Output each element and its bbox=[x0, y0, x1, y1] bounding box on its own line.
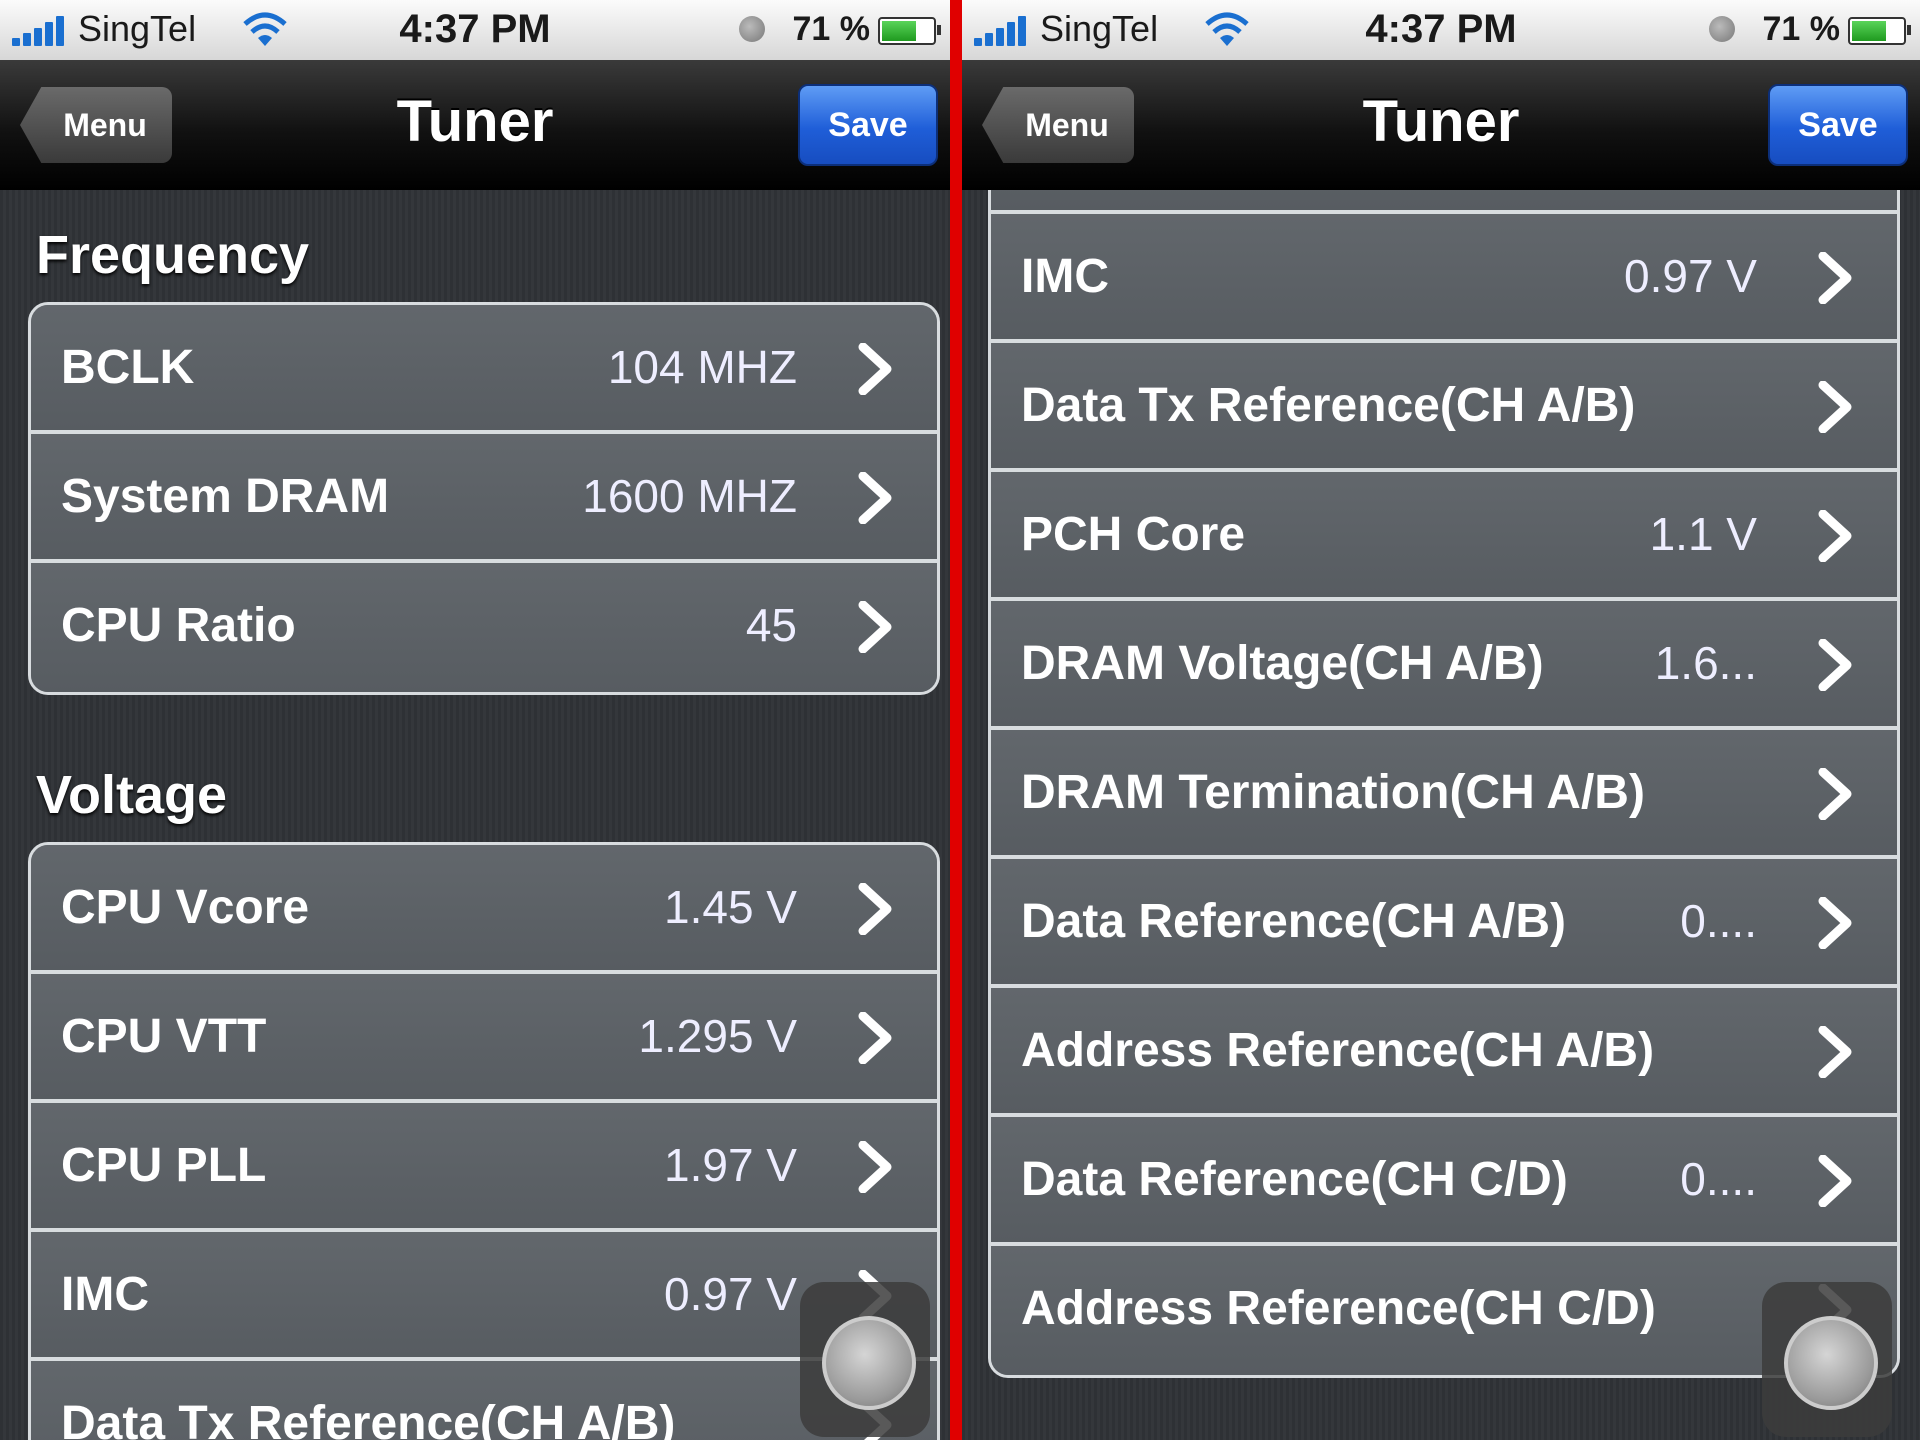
row-cpu-vcore[interactable]: CPU Vcore 1.45 V bbox=[31, 845, 937, 974]
navigation-bar: Menu Tuner Save bbox=[962, 60, 1920, 190]
row-label: IMC bbox=[61, 1268, 149, 1321]
chevron-right-icon bbox=[858, 343, 892, 395]
row-cpu-ratio[interactable]: CPU Ratio 45 bbox=[31, 563, 937, 692]
row-partial[interactable] bbox=[991, 190, 1897, 214]
chevron-right-icon bbox=[858, 883, 892, 935]
chevron-right-icon bbox=[1818, 639, 1852, 691]
save-button[interactable]: Save bbox=[1768, 84, 1908, 166]
row-data-tx-reference-ch-ab[interactable]: Data Tx Reference(CH A/B) bbox=[991, 343, 1897, 472]
assistive-touch-button[interactable] bbox=[800, 1282, 930, 1437]
save-button[interactable]: Save bbox=[798, 84, 938, 166]
battery-percent: 71 % bbox=[1762, 10, 1841, 48]
row-label: CPU VTT bbox=[61, 1010, 267, 1063]
row-value: 0.97 V bbox=[664, 1268, 797, 1320]
row-value: 0.... bbox=[1680, 1153, 1757, 1205]
row-label: Data Tx Reference(CH A/B) bbox=[61, 1397, 676, 1440]
row-label: PCH Core bbox=[1021, 508, 1246, 561]
status-bar: SingTel 4:37 PM 71 % bbox=[962, 0, 1920, 60]
row-label: BCLK bbox=[61, 341, 195, 394]
assistive-touch-icon bbox=[822, 1316, 916, 1410]
row-data-reference-ch-ab[interactable]: Data Reference(CH A/B) 0.... bbox=[991, 859, 1897, 988]
row-value: 104 MHZ bbox=[607, 341, 797, 393]
row-bclk[interactable]: BCLK 104 MHZ bbox=[31, 305, 937, 434]
settings-list[interactable]: Frequency BCLK 104 MHZ System DRAM 1600 … bbox=[0, 190, 950, 1440]
row-value: 1.295 V bbox=[638, 1010, 797, 1062]
chevron-right-icon bbox=[858, 601, 892, 653]
row-label: System DRAM bbox=[61, 470, 390, 523]
chevron-right-icon bbox=[1818, 1155, 1852, 1207]
battery-percent: 71 % bbox=[792, 10, 871, 48]
row-system-dram[interactable]: System DRAM 1600 MHZ bbox=[31, 434, 937, 563]
row-label: DRAM Voltage(CH A/B) bbox=[1021, 637, 1544, 690]
row-label: Data Tx Reference(CH A/B) bbox=[1021, 379, 1636, 432]
row-label: DRAM Termination(CH A/B) bbox=[1021, 766, 1645, 819]
clock-icon bbox=[1709, 16, 1735, 42]
row-label: CPU PLL bbox=[61, 1139, 267, 1192]
settings-list[interactable]: IMC 0.97 V Data Tx Reference(CH A/B) PCH… bbox=[962, 190, 1920, 1440]
row-label: CPU Ratio bbox=[61, 599, 296, 652]
row-value: 1.6... bbox=[1654, 637, 1757, 689]
row-pch-core[interactable]: PCH Core 1.1 V bbox=[991, 472, 1897, 601]
clock-icon bbox=[739, 16, 765, 42]
chevron-right-icon bbox=[858, 1012, 892, 1064]
section-header-voltage: Voltage bbox=[36, 765, 228, 825]
row-label: IMC bbox=[1021, 250, 1109, 303]
row-value: 0.... bbox=[1680, 895, 1757, 947]
row-value: 1.97 V bbox=[664, 1139, 797, 1191]
battery-icon bbox=[878, 17, 941, 45]
left-screenshot: SingTel 4:37 PM 71 % Menu Tuner Save Fre… bbox=[0, 0, 950, 1440]
chevron-right-icon bbox=[858, 472, 892, 524]
row-cpu-vtt[interactable]: CPU VTT 1.295 V bbox=[31, 974, 937, 1103]
assistive-touch-icon bbox=[1784, 1316, 1878, 1410]
status-bar: SingTel 4:37 PM 71 % bbox=[0, 0, 950, 60]
chevron-right-icon bbox=[1818, 252, 1852, 304]
row-data-reference-ch-cd[interactable]: Data Reference(CH C/D) 0.... bbox=[991, 1117, 1897, 1246]
battery-icon bbox=[1848, 17, 1911, 45]
row-label: CPU Vcore bbox=[61, 881, 310, 934]
row-cpu-pll[interactable]: CPU PLL 1.97 V bbox=[31, 1103, 937, 1232]
chevron-right-icon bbox=[1818, 1026, 1852, 1078]
row-value: 1.1 V bbox=[1649, 508, 1757, 560]
voltage-group: IMC 0.97 V Data Tx Reference(CH A/B) PCH… bbox=[988, 190, 1900, 1378]
row-value: 45 bbox=[745, 599, 797, 651]
section-header-frequency: Frequency bbox=[36, 225, 310, 285]
row-label: Address Reference(CH C/D) bbox=[1021, 1282, 1656, 1335]
frequency-group: BCLK 104 MHZ System DRAM 1600 MHZ CPU Ra… bbox=[28, 302, 940, 695]
row-value: 1600 MHZ bbox=[582, 470, 797, 522]
chevron-right-icon bbox=[858, 1141, 892, 1193]
row-label: Data Reference(CH A/B) bbox=[1021, 895, 1567, 948]
row-label: Address Reference(CH A/B) bbox=[1021, 1024, 1655, 1077]
row-imc[interactable]: IMC 0.97 V bbox=[991, 214, 1897, 343]
assistive-touch-button[interactable] bbox=[1762, 1282, 1892, 1437]
row-address-reference-ch-ab[interactable]: Address Reference(CH A/B) bbox=[991, 988, 1897, 1117]
chevron-right-icon bbox=[1818, 510, 1852, 562]
chevron-right-icon bbox=[1818, 381, 1852, 433]
row-value: 0.97 V bbox=[1624, 250, 1757, 302]
screenshot-divider bbox=[950, 0, 962, 1440]
chevron-right-icon bbox=[1818, 897, 1852, 949]
row-label: Data Reference(CH C/D) bbox=[1021, 1153, 1568, 1206]
row-value: 1.45 V bbox=[664, 881, 797, 933]
chevron-right-icon bbox=[1818, 768, 1852, 820]
right-screenshot: SingTel 4:37 PM 71 % Menu Tuner Save IMC… bbox=[962, 0, 1920, 1440]
navigation-bar: Menu Tuner Save bbox=[0, 60, 950, 190]
row-dram-termination-ch-ab[interactable]: DRAM Termination(CH A/B) bbox=[991, 730, 1897, 859]
row-dram-voltage-ch-ab[interactable]: DRAM Voltage(CH A/B) 1.6... bbox=[991, 601, 1897, 730]
